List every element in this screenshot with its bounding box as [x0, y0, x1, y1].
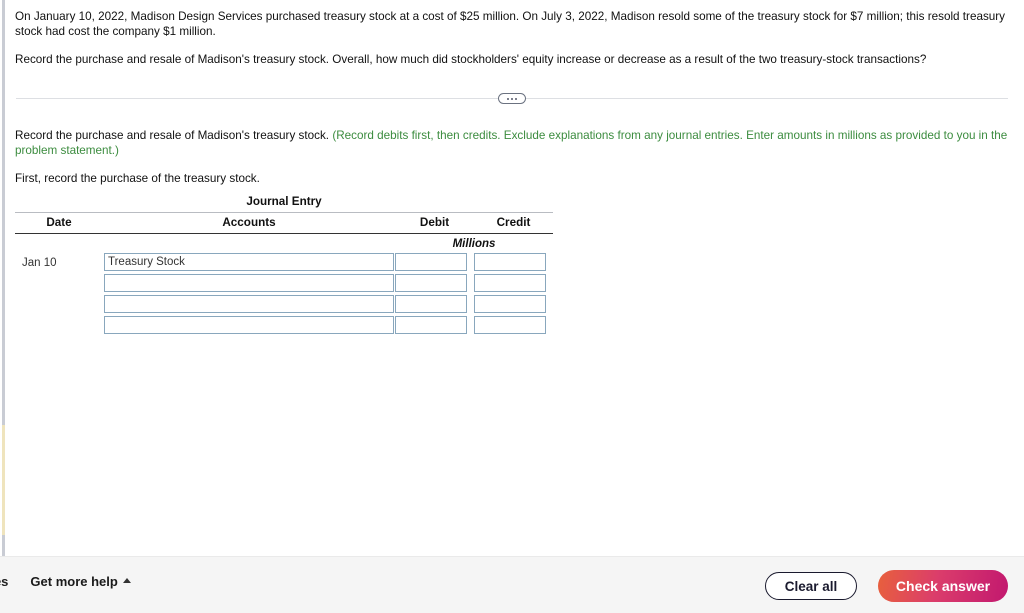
- column-header-accounts: Accounts: [103, 212, 395, 234]
- account-cell: [103, 274, 395, 295]
- units-spacer: [103, 234, 395, 254]
- get-more-help-label: Get more help: [30, 574, 118, 589]
- credit-input-row-4[interactable]: [474, 316, 546, 334]
- journal-units-row: Millions: [15, 234, 553, 254]
- debit-cell: [395, 274, 474, 295]
- debit-cell: [395, 295, 474, 316]
- journal-entry-table: Date Accounts Debit Credit Millions Jan …: [15, 212, 553, 337]
- account-input-row-3[interactable]: [104, 295, 394, 313]
- debit-input-row-2[interactable]: [395, 274, 467, 292]
- bottom-action-bar: ges Get more help Clear all Check answer: [0, 556, 1024, 613]
- debit-input-row-1[interactable]: [395, 253, 467, 271]
- problem-statement-text: On January 10, 2022, Madison Design Serv…: [15, 10, 1006, 38]
- clipped-nav-label[interactable]: ges: [0, 574, 8, 589]
- footer-left-group: ges Get more help: [0, 574, 131, 589]
- clear-all-button[interactable]: Clear all: [765, 572, 857, 600]
- credit-input-row-2[interactable]: [474, 274, 546, 292]
- credit-cell: [474, 253, 553, 274]
- table-row: Jan 10: [15, 253, 553, 274]
- requirement-block: Record the purchase and resale of Madiso…: [0, 128, 1024, 186]
- credit-input-row-1[interactable]: [474, 253, 546, 271]
- credit-cell: [474, 316, 553, 337]
- debit-cell: [395, 253, 474, 274]
- problem-question-block: Record the purchase and resale of Madiso…: [0, 39, 1024, 67]
- chevron-up-icon: [122, 578, 131, 583]
- problem-content-area: On January 10, 2022, Madison Design Serv…: [0, 0, 1024, 556]
- credit-input-row-3[interactable]: [474, 295, 546, 313]
- debit-input-row-4[interactable]: [395, 316, 467, 334]
- journal-entry-title: Journal Entry: [246, 195, 322, 208]
- column-header-credit: Credit: [474, 212, 553, 234]
- units-label: Millions: [452, 238, 496, 250]
- credit-cell: [474, 274, 553, 295]
- column-header-date: Date: [15, 212, 103, 234]
- dot-icon: [507, 97, 509, 100]
- check-answer-button[interactable]: Check answer: [878, 570, 1008, 602]
- account-input-row-2[interactable]: [104, 274, 394, 292]
- account-cell: [103, 316, 395, 337]
- account-cell: [103, 253, 395, 274]
- journal-table-header-row: Date Accounts Debit Credit: [15, 212, 553, 234]
- section-divider: [16, 93, 1008, 105]
- debit-input-row-3[interactable]: [395, 295, 467, 313]
- column-header-debit: Debit: [395, 212, 474, 234]
- journal-entry-section: Journal Entry Date Accounts Debit Credit…: [15, 195, 553, 337]
- credit-cell: [474, 295, 553, 316]
- account-input-row-1[interactable]: [104, 253, 394, 271]
- debit-cell: [395, 316, 474, 337]
- account-cell: [103, 295, 395, 316]
- requirement-lead-text: Record the purchase and resale of Madiso…: [15, 129, 333, 142]
- requirement-instruction: Record the purchase and resale of Madiso…: [15, 128, 1008, 158]
- get-more-help-button[interactable]: Get more help: [30, 574, 131, 589]
- dot-icon: [511, 97, 513, 100]
- collapse-toggle-button[interactable]: [498, 93, 526, 104]
- account-input-row-4[interactable]: [104, 316, 394, 334]
- units-spacer: [15, 234, 103, 254]
- journal-date-value: Jan 10: [22, 257, 57, 269]
- problem-statement-block: On January 10, 2022, Madison Design Serv…: [0, 0, 1024, 39]
- problem-question-text: Record the purchase and resale of Madiso…: [15, 53, 927, 66]
- dot-icon: [515, 97, 517, 100]
- step-prompt-text: First, record the purchase of the treasu…: [15, 172, 260, 185]
- footer-right-group: Clear all Check answer: [765, 570, 1008, 602]
